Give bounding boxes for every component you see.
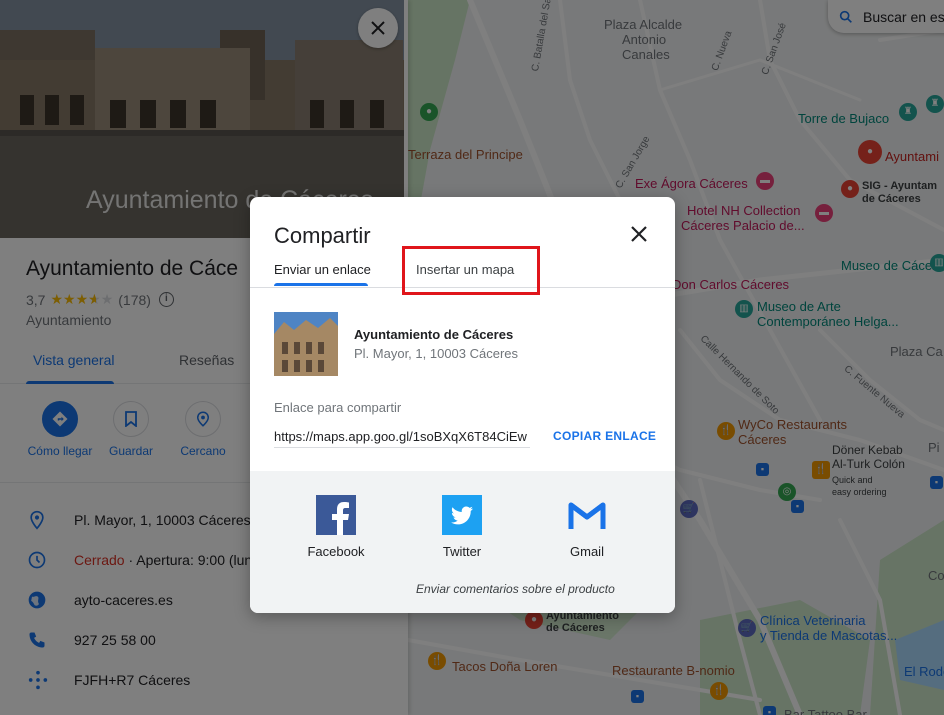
copy-link-button[interactable]: COPIAR ENLACE: [553, 429, 656, 443]
gmail-share-button[interactable]: Gmail: [547, 495, 627, 559]
embed-tab-highlight: [402, 246, 540, 295]
twitter-label: Twitter: [442, 544, 482, 559]
tab-indicator: [274, 283, 368, 286]
tab-send-link[interactable]: Enviar un enlace: [274, 262, 371, 277]
facebook-label: Facebook: [307, 544, 365, 559]
share-link-input[interactable]: [274, 426, 530, 448]
share-place-name: Ayuntamiento de Cáceres: [354, 327, 514, 342]
twitter-share-button[interactable]: Twitter: [422, 495, 502, 559]
social-share-area: Facebook Twitter Gmail Enviar comentario…: [250, 471, 675, 613]
dialog-title: Compartir: [274, 223, 371, 248]
facebook-share-button[interactable]: Facebook: [296, 495, 376, 559]
place-thumbnail: [274, 312, 338, 376]
feedback-link[interactable]: Enviar comentarios sobre el producto: [416, 582, 615, 596]
share-place-address: Pl. Mayor, 1, 10003 Cáceres: [354, 346, 519, 361]
gmail-icon: [567, 495, 607, 535]
close-icon: [631, 226, 647, 242]
twitter-icon: [442, 495, 482, 535]
share-link-label: Enlace para compartir: [274, 400, 402, 415]
gmail-label: Gmail: [570, 544, 604, 559]
share-dialog: Compartir Enviar un enlace Insertar un m…: [250, 197, 675, 613]
facebook-icon: [316, 495, 356, 535]
close-dialog-button[interactable]: [626, 221, 652, 247]
